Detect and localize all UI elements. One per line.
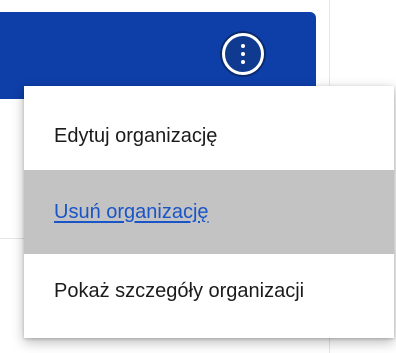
menu-item-edit-organization[interactable]: Edytuj organizację: [24, 104, 394, 168]
kebab-dot-icon: [241, 44, 245, 48]
menu-item-label: Usuń organizację: [54, 200, 209, 223]
page: Edytuj organizację Usuń organizację Poka…: [0, 0, 396, 353]
menu-item-label: Edytuj organizację: [54, 124, 218, 147]
more-options-button[interactable]: [222, 33, 264, 75]
menu-item-show-organization-details[interactable]: Pokaż szczegóły organizacji: [24, 256, 394, 326]
menu-item-delete-organization[interactable]: Usuń organizację: [24, 170, 394, 254]
kebab-dot-icon: [241, 60, 245, 64]
kebab-dot-icon: [241, 52, 245, 56]
organization-actions-menu: Edytuj organizację Usuń organizację Poka…: [24, 86, 394, 338]
menu-item-label: Pokaż szczegóły organizacji: [54, 279, 305, 302]
